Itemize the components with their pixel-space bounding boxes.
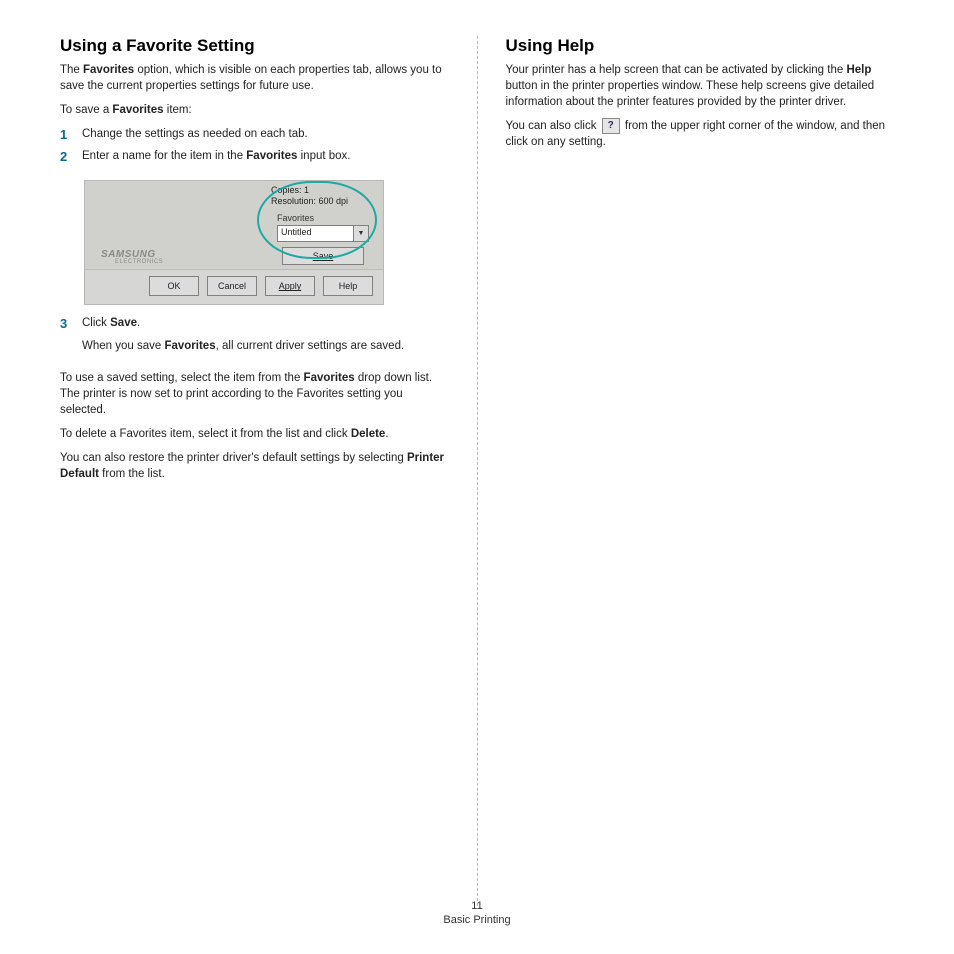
dialog-body: Copies: 1 Resolution: 600 dpi Favorites …	[85, 181, 383, 269]
favorites-combo-value: Untitled	[278, 226, 353, 241]
ok-button[interactable]: OK	[149, 276, 199, 296]
intro-para: The Favorites option, which is visible o…	[60, 62, 449, 94]
page-footer: 11 Basic Printing	[0, 900, 954, 926]
right-column: Using Help Your printer has a help scree…	[478, 36, 895, 906]
dialog-screenshot: Copies: 1 Resolution: 600 dpi Favorites …	[84, 180, 384, 305]
heading-favorite: Using a Favorite Setting	[60, 36, 449, 56]
chevron-down-icon[interactable]: ▼	[353, 226, 368, 241]
step-1: 1 Change the settings as needed on each …	[60, 126, 449, 148]
dialog-button-row: OK Cancel Apply Help	[85, 269, 383, 304]
page-body: Using a Favorite Setting The Favorites o…	[0, 0, 954, 906]
favorites-combo[interactable]: Untitled ▼	[277, 225, 369, 242]
help-para-2: You can also click ? from the upper righ…	[506, 118, 895, 150]
step-number: 1	[60, 126, 67, 144]
step-3-list: 3 Click Save. When you save Favorites, a…	[60, 315, 449, 359]
resolution-label: Resolution: 600 dpi	[271, 196, 369, 207]
heading-help: Using Help	[506, 36, 895, 56]
step-3: 3 Click Save. When you save Favorites, a…	[60, 315, 449, 359]
left-column: Using a Favorite Setting The Favorites o…	[60, 36, 477, 906]
help-para-1: Your printer has a help screen that can …	[506, 62, 895, 110]
cancel-button[interactable]: Cancel	[207, 276, 257, 296]
step-number: 3	[60, 315, 67, 333]
save-button[interactable]: Save	[282, 247, 364, 265]
copies-label: Copies: 1	[271, 185, 369, 196]
to-use-para: To use a saved setting, select the item …	[60, 370, 449, 418]
steps-1-2: 1 Change the settings as needed on each …	[60, 126, 449, 170]
to-save-line: To save a Favorites item:	[60, 102, 449, 118]
help-button[interactable]: Help	[323, 276, 373, 296]
to-delete-para: To delete a Favorites item, select it fr…	[60, 426, 449, 442]
page-number: 11	[0, 900, 954, 912]
dialog-info: Copies: 1 Resolution: 600 dpi	[271, 185, 369, 207]
apply-button[interactable]: Apply	[265, 276, 315, 296]
step-number: 2	[60, 148, 67, 166]
brand-logo: SAMSUNG ELECTRONICS	[101, 249, 163, 265]
question-icon: ?	[602, 118, 620, 134]
favorites-group: Favorites Untitled ▼ Save	[277, 213, 369, 265]
step-2: 2 Enter a name for the item in the Favor…	[60, 148, 449, 170]
section-title: Basic Printing	[0, 914, 954, 926]
restore-para: You can also restore the printer driver'…	[60, 450, 449, 482]
favorites-group-label: Favorites	[277, 213, 369, 223]
